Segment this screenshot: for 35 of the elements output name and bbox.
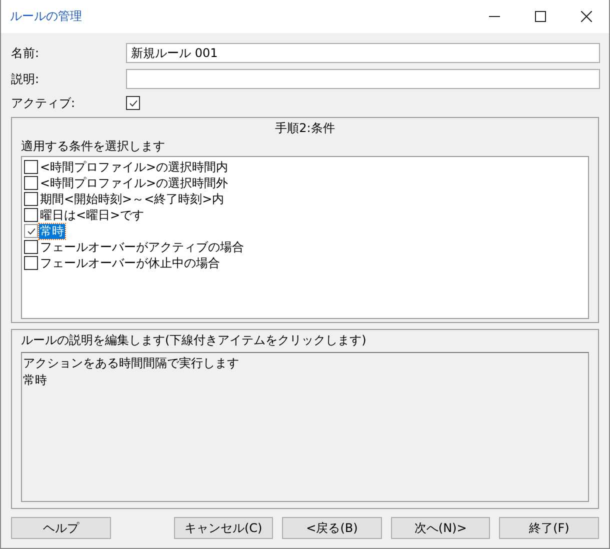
condition-item[interactable]: 常時 (39, 224, 65, 238)
description-line: アクションをある時間間隔で実行します (23, 355, 239, 372)
checkbox[interactable] (24, 160, 38, 174)
checkbox[interactable] (126, 96, 140, 110)
checkbox[interactable] (24, 176, 38, 190)
prompt-text: 適用する条件を選択します (21, 138, 166, 155)
description-field[interactable] (126, 69, 600, 89)
description-line: 常時 (23, 372, 47, 389)
maximize-icon (534, 10, 546, 22)
checkmark-icon (26, 226, 36, 236)
dialog-button[interactable]: 終了(F) (499, 517, 600, 539)
window-title: ルールの管理 (9, 8, 83, 24)
checkbox[interactable] (24, 256, 38, 270)
close-icon (580, 10, 592, 22)
condition-item[interactable]: フェールオーバーがアクティブの場合 (39, 240, 245, 254)
name-field[interactable]: 新規ルール 001 (126, 43, 600, 63)
checkbox[interactable] (24, 208, 38, 222)
group-title: 手順2:条件 (275, 120, 335, 137)
checkbox[interactable] (24, 192, 38, 206)
condition-item[interactable]: フェールオーバーが休止中の場合 (39, 256, 221, 270)
condition-item[interactable]: 期間<開始時刻>～<終了時刻>内 (39, 192, 226, 206)
dialog-button[interactable]: 次へ(N)> (390, 517, 490, 539)
field-label: アクティブ: (11, 95, 76, 112)
dialog-button[interactable]: キャンセル(C) (174, 517, 274, 539)
checkmark-icon (128, 98, 138, 108)
condition-item[interactable]: <時間プロファイル>の選択時間内 (39, 160, 230, 174)
group-title: ルールの説明を編集します(下線付きアイテムをクリックします) (21, 332, 368, 349)
checkbox[interactable] (24, 224, 38, 238)
checkbox[interactable] (24, 240, 38, 254)
field-label: 説明: (11, 70, 40, 88)
dialog-button[interactable]: ヘルプ (11, 517, 111, 539)
field-label: 名前: (11, 44, 40, 62)
condition-item[interactable]: 曜日は<曜日>です (39, 208, 146, 222)
dialog-button[interactable]: <戻る(B) (282, 517, 382, 539)
condition-item[interactable]: <時間プロファイル>の選択時間外 (39, 176, 230, 190)
